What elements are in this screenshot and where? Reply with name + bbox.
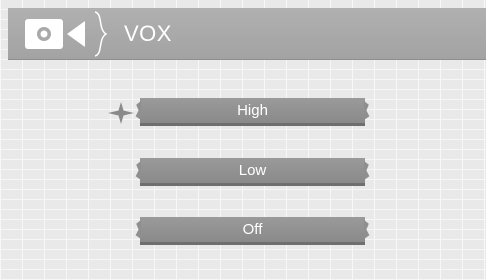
vox-settings-screen: VOX High Low Off bbox=[0, 0, 486, 280]
option-low-button[interactable]: Low bbox=[140, 158, 365, 186]
option-high-button[interactable]: High bbox=[140, 98, 365, 126]
header-bar: VOX bbox=[8, 8, 486, 60]
video-camera-icon bbox=[25, 19, 85, 49]
page-title: VOX bbox=[124, 21, 172, 46]
header-separator-brace bbox=[94, 11, 108, 57]
four-point-star-icon bbox=[108, 102, 134, 124]
option-off-button[interactable]: Off bbox=[140, 217, 365, 245]
